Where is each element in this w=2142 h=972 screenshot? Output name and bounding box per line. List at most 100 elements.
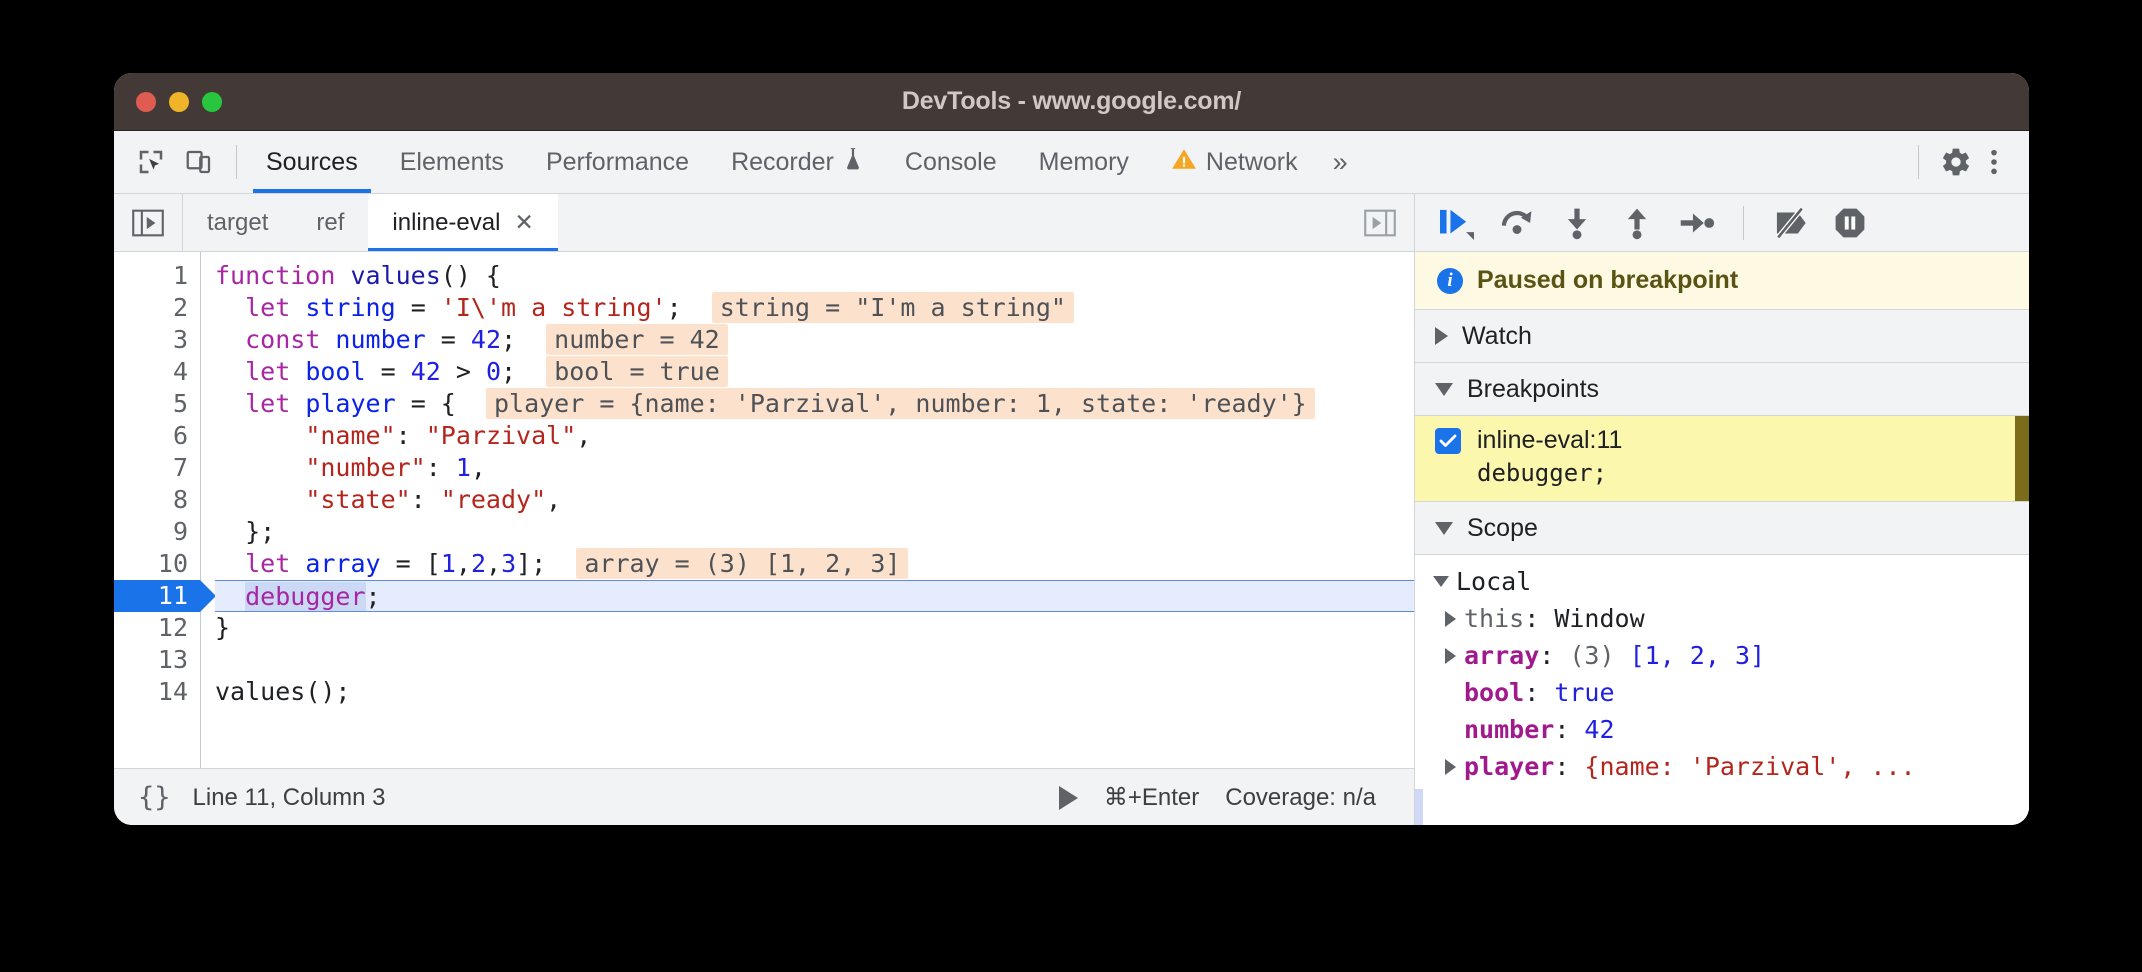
code-line[interactable]: let array = [1,2,3]; array = (3) [1, 2, … bbox=[215, 548, 1414, 580]
scope-variable-row[interactable]: number: 42 bbox=[1415, 711, 2029, 748]
step-over-next-function-call-button[interactable] bbox=[1497, 203, 1537, 243]
maximize-window-button[interactable] bbox=[202, 92, 222, 112]
coverage-label[interactable]: Coverage: n/a bbox=[1225, 784, 1376, 812]
gear-icon[interactable] bbox=[1939, 145, 1973, 179]
line-number[interactable]: 1 bbox=[114, 260, 200, 292]
code-line[interactable]: values(); bbox=[215, 676, 1414, 708]
scope-variable-row[interactable]: bool: true bbox=[1415, 674, 2029, 711]
devtools-body: target ref inline-eval ✕ bbox=[114, 194, 2029, 825]
pause-on-exceptions-button[interactable] bbox=[1830, 203, 1870, 243]
pretty-print-icon[interactable]: {} bbox=[132, 782, 177, 813]
tab-performance-label: Performance bbox=[546, 148, 689, 177]
scope-variable-row[interactable]: this: Window bbox=[1415, 600, 2029, 637]
code-token: 3 bbox=[501, 549, 516, 578]
close-icon[interactable]: ✕ bbox=[514, 209, 533, 236]
editor-status-bar: {} Line 11, Column 3 ⌘+Enter Coverage: n… bbox=[114, 768, 1414, 825]
minimize-window-button[interactable] bbox=[169, 92, 189, 112]
line-number[interactable]: 12 bbox=[114, 612, 200, 644]
line-number[interactable]: 9 bbox=[114, 516, 200, 548]
scope-variable-row[interactable]: player: {name: 'Parzival', ... bbox=[1415, 748, 2029, 785]
code-token: number bbox=[335, 325, 425, 354]
step-out-of-current-function-button[interactable] bbox=[1617, 203, 1657, 243]
line-number[interactable]: 8 bbox=[114, 484, 200, 516]
tab-network[interactable]: Network bbox=[1150, 131, 1319, 193]
device-toolbar-icon[interactable] bbox=[182, 145, 216, 179]
cursor-position: Line 11, Column 3 bbox=[193, 784, 386, 812]
devtools-window: DevTools - www.google.com/ bbox=[114, 73, 2029, 825]
show-navigator-icon[interactable] bbox=[114, 194, 183, 251]
step-into-next-function-call-button[interactable] bbox=[1557, 203, 1597, 243]
code-token: = bbox=[366, 357, 411, 386]
more-tabs-button[interactable]: » bbox=[1319, 131, 1362, 193]
line-number[interactable]: 2 bbox=[114, 292, 200, 324]
play-icon[interactable] bbox=[1059, 786, 1078, 810]
line-number[interactable]: 14 bbox=[114, 676, 200, 708]
scope-variable-row[interactable]: array: (3) [1, 2, 3] bbox=[1415, 637, 2029, 674]
code-token: ]; bbox=[516, 549, 546, 578]
code-token: = { bbox=[396, 389, 456, 418]
resume-script-execution-button[interactable] bbox=[1437, 203, 1477, 243]
code-editor[interactable]: 1234567891011121314 function values() { … bbox=[114, 252, 1414, 768]
line-number[interactable]: 4 bbox=[114, 356, 200, 388]
info-icon: i bbox=[1437, 268, 1463, 294]
scope-variable-value: 42 bbox=[1584, 711, 1614, 748]
code-content[interactable]: function values() { let string = 'I\'m a… bbox=[201, 252, 1414, 768]
code-line[interactable]: let player = { player = {name: 'Parzival… bbox=[215, 388, 1414, 420]
show-debugger-sidebar-icon[interactable] bbox=[1346, 194, 1414, 251]
inline-eval-annotation: bool = true bbox=[546, 356, 728, 387]
file-tab-target[interactable]: target bbox=[183, 194, 292, 251]
tab-performance[interactable]: Performance bbox=[525, 131, 710, 193]
code-line[interactable]: let bool = 42 > 0; bool = true bbox=[215, 356, 1414, 388]
code-line[interactable]: }; bbox=[215, 516, 1414, 548]
breakpoint-enabled-checkbox[interactable] bbox=[1435, 428, 1461, 454]
code-line[interactable] bbox=[215, 644, 1414, 676]
code-line[interactable]: function values() { bbox=[215, 260, 1414, 292]
scope-variable-name: this bbox=[1464, 600, 1524, 637]
sidebar-section-watch[interactable]: Watch bbox=[1415, 310, 2029, 363]
breakpoint-list-item[interactable]: inline-eval:11 debugger; bbox=[1415, 416, 2029, 502]
inspect-element-icon[interactable] bbox=[134, 145, 168, 179]
chevron-right-icon bbox=[1445, 648, 1456, 664]
code-line[interactable]: const number = 42; number = 42 bbox=[215, 324, 1414, 356]
line-number[interactable]: 10 bbox=[114, 548, 200, 580]
code-token: : bbox=[411, 485, 441, 514]
line-number[interactable]: 13 bbox=[114, 644, 200, 676]
code-token: "name" bbox=[305, 421, 395, 450]
code-line[interactable]: "state": "ready", bbox=[215, 484, 1414, 516]
line-number[interactable]: 11 bbox=[114, 580, 200, 612]
scope-variable-value: Window bbox=[1554, 600, 1644, 637]
code-token: string bbox=[305, 293, 395, 322]
line-number[interactable]: 6 bbox=[114, 420, 200, 452]
scope-variable-name: player bbox=[1464, 748, 1554, 785]
code-token: values bbox=[215, 677, 305, 706]
sidebar-section-breakpoints[interactable]: Breakpoints bbox=[1415, 363, 2029, 416]
close-window-button[interactable] bbox=[136, 92, 156, 112]
tab-sources[interactable]: Sources bbox=[245, 131, 379, 193]
tab-console[interactable]: Console bbox=[884, 131, 1018, 193]
file-tab-ref-label: ref bbox=[316, 209, 344, 237]
code-token: let bbox=[245, 293, 305, 322]
devtools-panel-tabbar: Sources Elements Performance Recorder Co… bbox=[114, 131, 2029, 194]
deactivate-breakpoints-button[interactable] bbox=[1770, 203, 1810, 243]
kebab-menu-icon[interactable] bbox=[1977, 145, 2011, 179]
code-line[interactable]: } bbox=[215, 612, 1414, 644]
scope-variable-tree[interactable]: Localthis: Windowarray: (3) [1, 2, 3]boo… bbox=[1415, 555, 2029, 825]
paused-banner-text: Paused on breakpoint bbox=[1477, 266, 1738, 295]
tab-recorder[interactable]: Recorder bbox=[710, 131, 884, 193]
tab-elements[interactable]: Elements bbox=[379, 131, 525, 193]
code-token: : bbox=[426, 453, 456, 482]
code-line[interactable]: "number": 1, bbox=[215, 452, 1414, 484]
file-tab-ref[interactable]: ref bbox=[292, 194, 368, 251]
line-number[interactable]: 5 bbox=[114, 388, 200, 420]
scope-group-header[interactable]: Local bbox=[1415, 563, 2029, 600]
line-number[interactable]: 3 bbox=[114, 324, 200, 356]
line-number[interactable]: 7 bbox=[114, 452, 200, 484]
code-line[interactable]: debugger; bbox=[215, 580, 1414, 612]
tab-memory[interactable]: Memory bbox=[1018, 131, 1150, 193]
code-token: "state" bbox=[305, 485, 410, 514]
step-button[interactable] bbox=[1677, 203, 1717, 243]
code-line[interactable]: "name": "Parzival", bbox=[215, 420, 1414, 452]
code-line[interactable]: let string = 'I\'m a string'; string = "… bbox=[215, 292, 1414, 324]
sidebar-section-scope[interactable]: Scope bbox=[1415, 502, 2029, 555]
file-tab-inline-eval[interactable]: inline-eval ✕ bbox=[368, 194, 557, 251]
